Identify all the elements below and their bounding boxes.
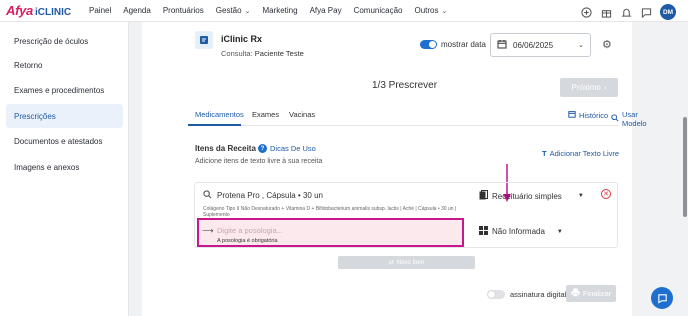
tab-exames[interactable]: Exames <box>252 110 279 119</box>
items-section-title: Itens da Receita <box>195 144 256 153</box>
remove-item-icon[interactable]: ✕ <box>601 189 611 199</box>
posology-field[interactable]: ⟶ Digite a posologia... A posologia é ob… <box>197 218 464 247</box>
scrollbar[interactable] <box>682 22 688 316</box>
chevron-down-icon: ⌄ <box>441 7 448 15</box>
add-circle-icon[interactable] <box>580 6 592 18</box>
use-model-link[interactable]: Usar Modelo <box>611 110 647 128</box>
gift-icon[interactable] <box>600 6 612 18</box>
nav-marketing[interactable]: Marketing <box>262 6 297 15</box>
chevron-right-icon: › <box>603 83 607 92</box>
tab-vacinas[interactable]: Vacinas <box>289 110 315 119</box>
show-date-label: mostrar data <box>441 40 486 49</box>
sidebar-item-retorno[interactable]: Retorno <box>6 53 123 77</box>
next-button[interactable]: Próximo › <box>560 78 618 97</box>
sidebar-item-prescricoes[interactable]: Prescrições <box>6 104 123 128</box>
date-picker[interactable]: 06/06/2025 ⌄ <box>490 33 591 57</box>
finalize-button[interactable]: Finalizar <box>566 285 616 302</box>
nav-afya-pay[interactable]: Afya Pay <box>310 6 342 15</box>
nav-prontuarios[interactable]: Prontuários <box>163 6 204 15</box>
main-nav: Painel Agenda Prontuários Gestão ⌄ Market… <box>89 6 459 15</box>
history-link[interactable]: Histórico <box>568 110 608 120</box>
step-indicator: 1/3 Prescrever <box>372 80 438 91</box>
document-icon <box>479 190 488 202</box>
patient-name: Paciente Teste <box>254 49 304 58</box>
caret-down-icon: ▼ <box>556 228 563 235</box>
add-item-icon: ⇄ <box>388 260 394 266</box>
consult-info: Consulta: Paciente Teste <box>221 49 304 58</box>
text-format-icon: T <box>542 149 547 158</box>
printer-icon <box>571 288 580 299</box>
medication-name[interactable]: Protena Pro , Cápsula • 30 un <box>217 191 323 200</box>
sidebar: Prescrição de óculos Retorno Exames e pr… <box>0 22 129 316</box>
nav-agenda[interactable]: Agenda <box>123 6 151 15</box>
sidebar-item-exames-procedimentos[interactable]: Exames e procedimentos <box>6 78 123 102</box>
tab-medicamentos[interactable]: Medicamentos <box>195 110 244 119</box>
top-navbar: Afya iCLINIC Painel Agenda Prontuários Ge… <box>0 0 688 22</box>
calendar-icon <box>497 39 507 51</box>
arrow-right-icon: ⟶ <box>202 226 214 235</box>
prescription-icon <box>195 31 213 49</box>
user-avatar[interactable]: DM <box>660 4 676 20</box>
recipe-type-select[interactable]: Receituário simples ▼ <box>479 190 584 202</box>
add-free-text-button[interactable]: T Adicionar Texto Livre <box>542 149 619 158</box>
tips-link[interactable]: ? Dicas De Uso <box>258 144 316 153</box>
medication-description: Colágeno Tipo II Não Desnaturado + Vitam… <box>203 206 457 218</box>
page-title: iClinic Rx <box>221 34 263 44</box>
grid-icon <box>479 226 488 237</box>
scrollbar-thumb[interactable] <box>683 117 687 217</box>
digital-signature-toggle[interactable] <box>487 290 505 299</box>
items-section-hint: Adicione itens de texto livre à sua rece… <box>195 158 323 165</box>
gear-icon[interactable]: ⚙ <box>602 38 612 51</box>
support-chat-button[interactable] <box>651 287 673 309</box>
calendar-icon <box>568 110 576 120</box>
chat-bubble-icon <box>657 293 667 304</box>
show-date-toggle[interactable] <box>420 40 437 49</box>
prescription-card: iClinic Rx Consulta: Paciente Teste most… <box>142 22 647 316</box>
nav-outros[interactable]: Outros ⌄ <box>415 6 448 15</box>
chat-icon[interactable] <box>640 6 652 18</box>
digital-signature-label: assinatura digital <box>510 290 567 299</box>
sidebar-item-documentos-atestados[interactable]: Documentos e atestados <box>6 129 123 153</box>
nav-comunicacao[interactable]: Comunicação <box>354 6 403 15</box>
search-icon <box>611 114 619 124</box>
nav-gestao[interactable]: Gestão ⌄ <box>216 6 251 15</box>
chevron-down-icon: ⌄ <box>244 7 251 15</box>
caret-down-icon: ▼ <box>577 193 584 199</box>
help-icon: ? <box>258 144 267 153</box>
posology-input[interactable]: Digite a posologia... <box>217 226 283 235</box>
afya-iclinic-logo[interactable]: Afya iCLINIC <box>6 3 71 18</box>
search-icon <box>203 190 212 201</box>
tabs-bar: Medicamentos Exames Vacinas Histórico Us… <box>188 104 647 128</box>
chevron-down-icon: ⌄ <box>578 42 584 49</box>
date-value: 06/06/2025 <box>513 40 554 50</box>
new-item-button[interactable]: ⇄ Novo Item <box>338 256 475 269</box>
route-select[interactable]: Não Informada ▼ <box>479 226 563 237</box>
sidebar-item-prescricao-oculos[interactable]: Prescrição de óculos <box>6 29 123 53</box>
bell-icon[interactable] <box>620 6 632 18</box>
posology-error: A posologia é obrigatória <box>217 238 278 244</box>
sidebar-item-imagens-anexos[interactable]: Imagens e anexos <box>6 155 123 179</box>
active-tab-indicator <box>188 124 241 126</box>
nav-painel[interactable]: Painel <box>89 6 111 15</box>
